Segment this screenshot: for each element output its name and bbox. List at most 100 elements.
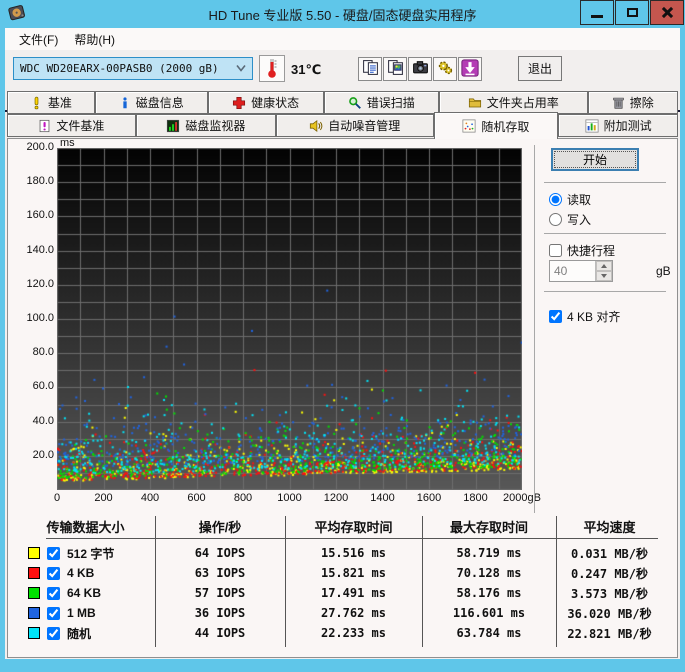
avg-access-value: 15.821 ms	[320, 566, 387, 580]
avg-speed-value: 36.020 MB/秒	[567, 606, 652, 621]
tab-label: 文件基准	[56, 119, 105, 133]
random-access-plot	[57, 148, 522, 490]
tab-error-scan[interactable]: 错误扫描	[323, 91, 439, 114]
exit-button-label: 退出	[527, 62, 552, 76]
tab-label: 附加测试	[603, 119, 652, 133]
titlebar: HD Tune 专业版 5.50 - 硬盘/固态硬盘实用程序	[0, 0, 685, 28]
minimize-button[interactable]	[580, 0, 614, 25]
tab-label: 基准	[47, 96, 72, 110]
avg-speed-value: 0.031 MB/秒	[570, 546, 649, 561]
avg-access-value: 22.233 ms	[320, 626, 387, 640]
screenshot-button[interactable]	[408, 57, 432, 81]
short-stroke-checkbox[interactable]	[549, 244, 562, 257]
avg-speed-value: 3.573 MB/秒	[570, 586, 649, 601]
x-tick-label: 0	[53, 492, 61, 504]
gears-icon	[437, 59, 454, 79]
camera-icon	[412, 59, 429, 79]
temperature-button[interactable]	[259, 55, 285, 82]
tab-file-benchmark[interactable]: 文件基准	[7, 114, 136, 137]
table-row: 4 KB 63 IOPS 15.821 ms 70.128 ms 0.247 MB/秒	[16, 563, 663, 583]
tab-erase[interactable]: 擦除	[587, 91, 678, 114]
max-access-value: 70.128 ms	[456, 566, 522, 580]
settings-button[interactable]	[433, 57, 457, 81]
results-table: 512 字节 64 IOPS 15.516 ms 58.719 ms 0.031 MB/…	[16, 543, 663, 643]
file-benchmark-icon	[38, 119, 51, 133]
tab-disk-info[interactable]: 磁盘信息	[94, 91, 208, 114]
tab-health[interactable]: 健康状态	[207, 91, 324, 114]
series-cell: 随机	[16, 625, 155, 642]
series-color-swatch	[28, 627, 40, 639]
short-stroke-option[interactable]: 快捷行程	[549, 242, 615, 259]
minimize-icon	[591, 15, 603, 18]
exit-button[interactable]: 退出	[518, 56, 562, 81]
series-label: 随机	[67, 626, 92, 641]
avg-access-value: 17.491 ms	[320, 586, 387, 600]
write-radio[interactable]	[549, 213, 562, 226]
kb-align-checkbox[interactable]	[549, 310, 562, 323]
column-header: 平均存取时间	[314, 520, 393, 535]
menubar: 文件(F) 帮助(H)	[5, 28, 680, 50]
x-tick-label: 400	[140, 492, 160, 504]
tab-label: 文件夹占用率	[486, 96, 559, 110]
tab-aam[interactable]: 自动噪音管理	[275, 114, 434, 137]
x-tick-label: 600	[187, 492, 206, 504]
copy-image-button[interactable]	[383, 57, 407, 81]
write-option[interactable]: 写入	[549, 211, 591, 228]
copy-text-icon	[362, 59, 379, 79]
x-tick-label: 800	[233, 492, 253, 504]
series-label: 512 字节	[67, 546, 115, 561]
y-tick-label: 140.0	[26, 243, 54, 256]
series-toggle-checkbox[interactable]	[47, 606, 60, 620]
series-toggle-checkbox[interactable]	[47, 566, 60, 580]
tab-label: 健康状态	[251, 96, 300, 110]
trash-icon	[612, 96, 625, 110]
series-cell: 4 KB	[16, 566, 155, 580]
column-header: 传输数据大小	[46, 520, 125, 535]
size-unit-label: gB	[656, 264, 671, 278]
tab-label: 磁盘信息	[135, 96, 184, 110]
magnifier-icon	[348, 96, 362, 110]
spin-down-icon	[601, 274, 607, 278]
y-tick-label: 180.0	[26, 175, 54, 188]
x-tick-label: 2000gB	[503, 492, 541, 504]
series-color-swatch	[28, 547, 40, 559]
spinner	[595, 261, 612, 281]
side-separator-3	[544, 291, 666, 292]
y-tick-label: 160.0	[26, 209, 54, 222]
tab-random-access[interactable]: 随机存取	[433, 112, 559, 139]
results-table-header: 传输数据大小 操作/秒 平均存取时间 最大存取时间 平均速度	[16, 517, 663, 536]
series-toggle-checkbox[interactable]	[47, 626, 60, 640]
scatter-icon	[462, 119, 476, 133]
panel-divider	[534, 145, 535, 513]
column-divider	[285, 516, 286, 647]
table-row: 随机 44 IOPS 22.233 ms 63.784 ms 22.821 MB/秒	[16, 623, 663, 643]
read-option[interactable]: 读取	[549, 191, 591, 208]
side-separator-2	[544, 233, 666, 234]
series-toggle-checkbox[interactable]	[47, 586, 60, 600]
target-size-input[interactable]	[550, 261, 595, 281]
series-cell: 1 MB	[16, 606, 155, 620]
copy-text-button[interactable]	[358, 57, 382, 81]
write-label: 写入	[567, 213, 592, 227]
tab-folder-usage[interactable]: 文件夹占用率	[438, 91, 588, 114]
tab-disk-monitor[interactable]: 磁盘监视器	[135, 114, 276, 137]
read-radio[interactable]	[549, 193, 562, 206]
spin-down-button[interactable]	[596, 271, 612, 281]
y-tick-label: 40.0	[32, 414, 54, 427]
random-access-page: ms 200.0 180.0 160.0 140.0 120.0 100.0 80.0 60.…	[7, 137, 678, 658]
series-toggle-checkbox[interactable]	[47, 546, 60, 560]
save-results-button[interactable]	[458, 57, 482, 81]
menu-item-file[interactable]: 文件(F)	[11, 29, 66, 50]
tab-extra-tests[interactable]: 附加测试	[558, 114, 678, 137]
maximize-button[interactable]	[615, 0, 649, 25]
close-button[interactable]	[650, 0, 684, 25]
kb-align-option[interactable]: 4 KB 对齐	[549, 308, 620, 325]
table-row: 1 MB 36 IOPS 27.762 ms 116.601 ms 36.020 MB/…	[16, 603, 663, 623]
iops-value: 63 IOPS	[194, 566, 246, 580]
temperature-label: 31℃	[291, 62, 322, 77]
spin-up-button[interactable]	[596, 261, 612, 271]
drive-selector[interactable]: WDC WD20EARX-00PASB0 (2000 gB)	[13, 57, 253, 80]
start-button[interactable]: 开始	[551, 148, 639, 171]
tab-benchmark[interactable]: 基准	[7, 91, 95, 114]
menu-item-help[interactable]: 帮助(H)	[66, 29, 123, 50]
